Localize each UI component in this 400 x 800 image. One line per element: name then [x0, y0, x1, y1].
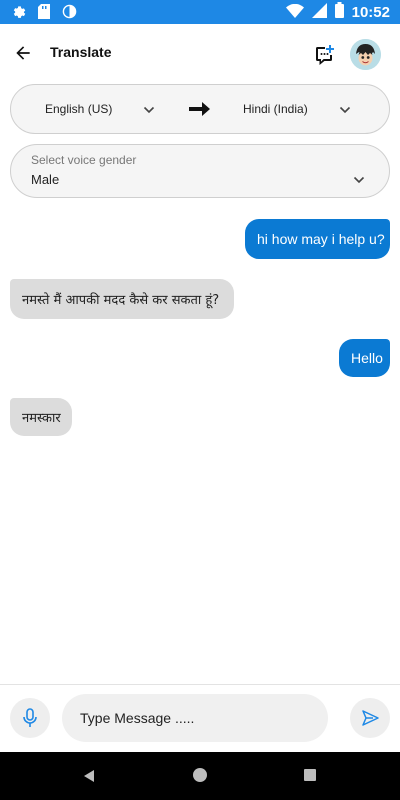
app-bar: Translate — [0, 24, 400, 84]
chevron-down-icon[interactable] — [338, 102, 352, 121]
mic-icon — [23, 708, 37, 727]
voice-gender-label: Select voice gender — [31, 153, 137, 167]
mic-button[interactable] — [10, 698, 50, 738]
page-title: Translate — [50, 44, 112, 60]
settings-icon — [10, 3, 26, 23]
wifi-icon — [285, 3, 304, 22]
nav-back-icon[interactable] — [82, 768, 96, 787]
language-selector: English (US) Hindi (India) — [10, 84, 390, 134]
back-arrow-icon — [16, 46, 30, 60]
battery-icon — [334, 2, 344, 22]
voice-gender-value: Male — [31, 172, 60, 187]
target-language-dropdown[interactable]: Hindi (India) — [243, 102, 308, 116]
incoming-message: नमस्ते मैं आपकी मदद कैसे कर सकता हूं? — [10, 279, 234, 319]
status-bar: 10:52 — [0, 0, 400, 24]
chevron-down-icon[interactable] — [142, 102, 156, 121]
arrow-right-icon — [189, 99, 211, 123]
status-time: 10:52 — [351, 3, 390, 21]
send-button[interactable] — [350, 698, 390, 738]
chevron-down-icon[interactable] — [352, 172, 366, 191]
incoming-message: नमस्कार — [10, 398, 72, 436]
nav-home-icon[interactable] — [193, 768, 207, 782]
source-language-dropdown[interactable]: English (US) — [45, 102, 112, 116]
chat-plus-icon — [316, 45, 334, 65]
circle-icon — [62, 4, 77, 23]
outgoing-message: hi how may i help u? — [245, 219, 390, 259]
message-input[interactable] — [62, 694, 328, 742]
nav-recents-icon[interactable] — [304, 769, 316, 781]
signal-icon — [311, 2, 327, 22]
voice-gender-dropdown[interactable]: Select voice gender Male — [10, 144, 390, 198]
send-icon — [362, 710, 379, 726]
composer-divider — [0, 684, 400, 685]
avatar[interactable] — [350, 39, 381, 70]
outgoing-message: Hello — [339, 339, 390, 377]
back-button[interactable] — [8, 38, 38, 68]
new-chat-button[interactable] — [311, 41, 339, 69]
sd-card-icon — [38, 3, 50, 23]
system-nav-bar — [0, 752, 400, 800]
